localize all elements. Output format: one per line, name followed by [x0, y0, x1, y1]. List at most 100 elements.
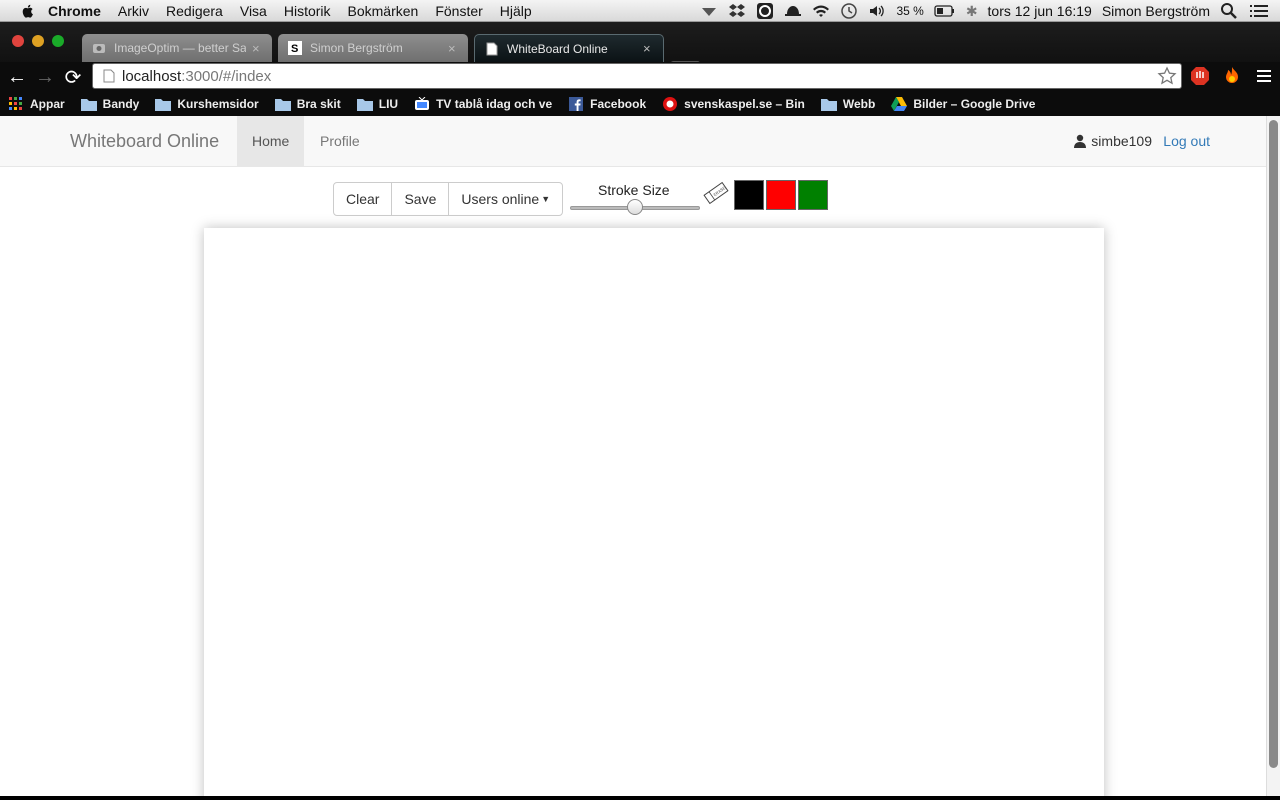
volume-icon[interactable]: [868, 2, 886, 20]
bookmark-google-drive[interactable]: Bilder – Google Drive: [891, 96, 1036, 111]
stroke-size-slider[interactable]: [570, 199, 700, 215]
menu-visa[interactable]: Visa: [240, 3, 267, 19]
svenskaspel-icon: [663, 96, 678, 111]
browser-tabstrip: ImageOptim — better Save × S Simon Bergs…: [0, 22, 1280, 75]
close-window-button[interactable]: [12, 35, 24, 47]
bookmark-bandy[interactable]: Bandy: [80, 96, 140, 111]
menu-bokmarken[interactable]: Bokmärken: [348, 3, 419, 19]
network-status-icon[interactable]: [700, 2, 718, 20]
bookmark-bra-skit[interactable]: Bra skit: [274, 97, 341, 111]
app-status-icon[interactable]: [756, 2, 774, 20]
adblock-extension-icon[interactable]: [1190, 66, 1210, 86]
minimize-window-button[interactable]: [32, 35, 44, 47]
imageoptim-favicon-icon: [93, 44, 105, 53]
menu-app-name[interactable]: Chrome: [48, 3, 101, 19]
tab-simon-bergstrom[interactable]: S Simon Bergström ×: [278, 34, 468, 62]
caret-down-icon: ▼: [541, 194, 551, 204]
svg-text:S: S: [291, 43, 298, 55]
user-icon: [1074, 134, 1087, 148]
web-page: Whiteboard Online Home Profile simbe109 …: [0, 116, 1266, 796]
fire-extension-icon[interactable]: [1222, 66, 1242, 86]
whiteboard-button-group: Clear Save Users online ▼: [333, 182, 564, 216]
stroke-size-label: Stroke Size: [598, 182, 670, 198]
bookmark-label: Bandy: [102, 96, 140, 111]
bookmark-tv-tabla[interactable]: TV tablå idag och ve: [414, 96, 552, 111]
bookmark-label: Bilder – Google Drive: [913, 96, 1036, 111]
macos-menubar: Chrome Arkiv Redigera Visa Historik Bokm…: [0, 0, 1280, 22]
app-navbar: Whiteboard Online Home Profile simbe109 …: [0, 116, 1266, 167]
folder-icon: [155, 98, 172, 111]
username-label: simbe109: [1091, 133, 1152, 149]
bookmark-label: svenskaspel.se – Bin: [684, 96, 805, 111]
save-button[interactable]: Save: [392, 183, 450, 215]
bookmark-label: Webb: [842, 96, 876, 111]
folder-icon: [80, 98, 97, 111]
bookmark-facebook[interactable]: Facebook: [568, 96, 647, 111]
tab-title: Simon Bergström: [310, 41, 403, 55]
facebook-icon: [569, 96, 584, 111]
bookmarks-bar: Appar Bandy Kurshemsidor Bra skit LIU TV…: [0, 91, 1280, 116]
battery-percent[interactable]: 35 %: [896, 4, 923, 18]
tab-title: WhiteBoard Online: [507, 41, 608, 56]
url-path: :3000/#/index: [181, 67, 272, 85]
hat-icon[interactable]: [784, 2, 802, 20]
tv-icon: [415, 96, 430, 110]
page-scrollbar[interactable]: [1266, 116, 1280, 796]
clock-datetime[interactable]: tors 12 jun 16:19: [988, 3, 1092, 19]
nav-profile[interactable]: Profile: [305, 116, 375, 166]
bluetooth-icon[interactable]: ✱: [966, 3, 978, 20]
tab-whiteboard-online[interactable]: WhiteBoard Online ×: [474, 34, 664, 62]
bookmark-star-icon[interactable]: [1157, 66, 1177, 86]
menu-arkiv[interactable]: Arkiv: [118, 3, 149, 19]
slider-handle[interactable]: [627, 199, 643, 215]
bookmark-label: Kurshemsidor: [177, 96, 259, 111]
tab-close-icon[interactable]: ×: [448, 41, 458, 56]
notification-center-icon[interactable]: [1248, 2, 1270, 20]
folder-icon: [356, 98, 373, 111]
bookmark-appar[interactable]: Appar: [8, 96, 65, 111]
apps-grid-icon: [9, 96, 22, 110]
chrome-menu-icon[interactable]: [1254, 66, 1274, 86]
spotlight-icon[interactable]: [1220, 2, 1238, 20]
tab-imageoptim[interactable]: ImageOptim — better Save ×: [82, 34, 272, 62]
tab-close-icon[interactable]: ×: [252, 41, 262, 56]
battery-icon[interactable]: [934, 2, 956, 20]
color-swatch-red[interactable]: [766, 180, 796, 210]
apple-logo-icon[interactable]: [20, 3, 36, 19]
zoom-window-button[interactable]: [52, 35, 64, 47]
eraser-icon[interactable]: ERASE: [701, 180, 731, 206]
reload-button[interactable]: ⟳: [62, 66, 84, 89]
address-bar[interactable]: localhost :3000/#/index: [92, 63, 1182, 89]
brand-title[interactable]: Whiteboard Online: [70, 131, 219, 152]
color-swatch-black[interactable]: [734, 180, 764, 210]
time-machine-icon[interactable]: [840, 2, 858, 20]
tab-close-icon[interactable]: ×: [643, 41, 653, 56]
users-online-dropdown[interactable]: Users online ▼: [449, 183, 562, 215]
user-name[interactable]: Simon Bergström: [1102, 3, 1210, 19]
users-online-label: Users online: [461, 191, 540, 207]
clear-button[interactable]: Clear: [334, 183, 393, 215]
browser-toolbar: ← → ⟳ localhost :3000/#/index: [0, 62, 1280, 91]
menu-redigera[interactable]: Redigera: [166, 3, 223, 19]
bookmark-webb[interactable]: Webb: [820, 96, 876, 111]
color-swatch-green[interactable]: [798, 180, 828, 210]
logout-link[interactable]: Log out: [1163, 133, 1210, 149]
nav-home[interactable]: Home: [237, 116, 305, 166]
bookmark-liu[interactable]: LIU: [356, 97, 398, 111]
dropbox-icon[interactable]: [728, 2, 746, 20]
menu-fonster[interactable]: Fönster: [435, 3, 482, 19]
menu-hjalp[interactable]: Hjälp: [500, 3, 532, 19]
menu-historik[interactable]: Historik: [284, 3, 331, 19]
forward-button[interactable]: →: [34, 66, 56, 88]
folder-icon: [820, 98, 837, 111]
bookmark-kurshemsidor[interactable]: Kurshemsidor: [155, 96, 259, 111]
bookmark-svenskaspel[interactable]: svenskaspel.se – Bin: [662, 96, 805, 111]
bookmark-label: Facebook: [590, 96, 647, 111]
current-user: simbe109: [1073, 133, 1152, 149]
whiteboard-canvas[interactable]: [204, 228, 1104, 796]
wifi-icon[interactable]: [812, 2, 830, 20]
menubar-status-area: 35 % ✱ tors 12 jun 16:19 Simon Bergström: [700, 0, 1280, 22]
back-button[interactable]: ←: [6, 66, 28, 88]
page-favicon-icon: [486, 42, 498, 55]
scrollbar-thumb[interactable]: [1269, 120, 1278, 768]
